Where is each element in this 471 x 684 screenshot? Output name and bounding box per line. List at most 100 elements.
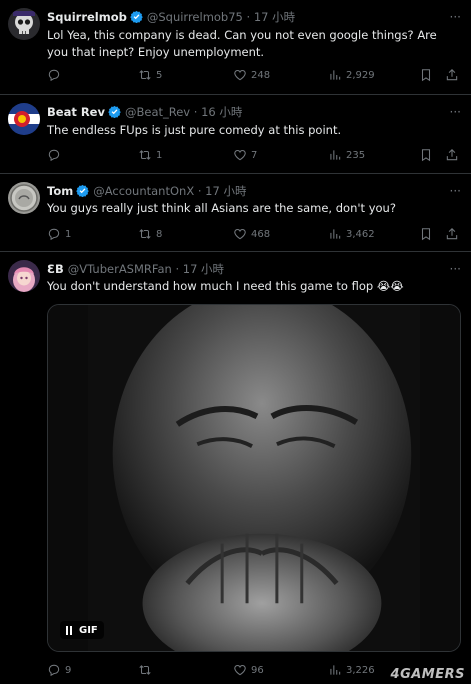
views-icon	[328, 148, 342, 162]
tweet[interactable]: Squirrelmob @Squirrelmob75 · 17 小時 ··· Lo…	[0, 0, 471, 95]
timestamp[interactable]: 16 小時	[201, 105, 242, 119]
retweet-button[interactable]: 1	[138, 147, 162, 163]
separator: ·	[197, 184, 202, 198]
heart-icon	[233, 663, 247, 677]
reply-icon	[47, 68, 61, 82]
retweet-count: 8	[156, 228, 163, 240]
share-button[interactable]	[445, 226, 459, 242]
bookmark-button[interactable]	[419, 147, 433, 163]
handle[interactable]: @VTuberASMRFan	[68, 262, 172, 276]
heart-icon	[233, 68, 247, 82]
display-name[interactable]: Beat Rev	[47, 105, 105, 119]
retweet-icon	[138, 68, 152, 82]
retweet-icon	[138, 227, 152, 241]
gif-badge[interactable]: GIF	[60, 621, 104, 639]
bookmark-button[interactable]	[419, 226, 433, 242]
views-button[interactable]: 2,929	[328, 67, 375, 83]
retweet-button[interactable]: 8	[138, 226, 162, 242]
bookmark-icon	[419, 68, 433, 82]
reply-button[interactable]: 1	[47, 226, 71, 242]
share-icon	[445, 148, 459, 162]
bookmark-button[interactable]	[419, 67, 433, 83]
like-count: 96	[251, 664, 264, 676]
more-options-icon[interactable]: ···	[450, 103, 461, 121]
tweet-text: You don't understand how much I need thi…	[47, 279, 404, 293]
reply-icon	[47, 227, 61, 241]
tweet-header: ƐB @VTuberASMRFan · 17 小時	[47, 260, 441, 278]
display-name[interactable]: Tom	[47, 184, 73, 198]
reply-button[interactable]	[47, 67, 65, 83]
handle[interactable]: @Beat_Rev	[125, 105, 190, 119]
like-button[interactable]: 248	[233, 67, 270, 83]
tweet-actions: 1 7 235	[47, 147, 461, 163]
avatar[interactable]	[8, 260, 40, 292]
view-count: 3,462	[346, 228, 375, 240]
crying-man-gif-image	[48, 305, 460, 651]
tweet[interactable]: Beat Rev @Beat_Rev · 16 小時 ··· The endles…	[0, 95, 471, 174]
separator: ·	[246, 10, 251, 24]
retweet-button[interactable]: 5	[138, 67, 162, 83]
share-icon	[445, 68, 459, 82]
separator: ·	[175, 262, 180, 276]
more-options-icon[interactable]: ···	[450, 260, 461, 278]
views-button[interactable]: 235	[328, 147, 365, 163]
avatar[interactable]	[8, 103, 40, 135]
anime-girl-avatar-icon	[8, 260, 40, 292]
retweet-button[interactable]	[138, 662, 156, 678]
tweet[interactable]: Tom @AccountantOnX · 17 小時 ··· You guys r…	[0, 174, 471, 252]
views-icon	[328, 68, 342, 82]
reply-button[interactable]	[47, 147, 65, 163]
display-name[interactable]: ƐB	[47, 262, 64, 276]
heart-icon	[233, 148, 247, 162]
tweet-actions: 1 8 468 3,462	[47, 226, 461, 242]
heart-icon	[233, 227, 247, 241]
timestamp[interactable]: 17 小時	[254, 10, 295, 24]
like-button[interactable]: 7	[233, 147, 257, 163]
reply-count: 9	[65, 664, 72, 676]
share-button[interactable]	[445, 147, 459, 163]
like-count: 248	[251, 69, 271, 81]
share-button[interactable]	[445, 67, 459, 83]
pause-icon	[66, 625, 72, 635]
more-options-icon[interactable]: ···	[450, 8, 461, 26]
gif-media[interactable]: GIF	[47, 304, 461, 652]
gif-label: GIF	[79, 624, 98, 636]
reply-button[interactable]: 9	[47, 662, 71, 678]
timestamp[interactable]: 17 小時	[183, 262, 224, 276]
skull-avatar-icon	[8, 8, 40, 40]
like-count: 7	[251, 149, 258, 161]
timestamp[interactable]: 17 小時	[205, 184, 246, 198]
like-button[interactable]: 468	[233, 226, 270, 242]
verified-badge-icon	[130, 10, 143, 23]
views-icon	[328, 663, 342, 677]
tweet-text: The endless FUps is just pure comedy at …	[47, 123, 342, 137]
handle[interactable]: @Squirrelmob75	[147, 10, 243, 24]
avatar[interactable]	[8, 182, 40, 214]
like-button[interactable]: 96	[233, 662, 264, 678]
views-icon	[328, 227, 342, 241]
tweet-text: You guys really just think all Asians ar…	[47, 201, 396, 215]
bookmark-icon	[419, 148, 433, 162]
reply-icon	[47, 148, 61, 162]
tweet[interactable]: ƐB @VTuberASMRFan · 17 小時 ··· You don't u…	[0, 252, 471, 684]
views-button[interactable]: 3,462	[328, 226, 375, 242]
display-name[interactable]: Squirrelmob	[47, 10, 127, 24]
share-icon	[445, 227, 459, 241]
reply-icon	[47, 663, 61, 677]
view-count: 2,929	[346, 69, 375, 81]
coin-avatar-icon	[8, 182, 40, 214]
tweet-header: Tom @AccountantOnX · 17 小時	[47, 182, 441, 200]
like-count: 468	[251, 228, 271, 240]
verified-badge-icon	[76, 184, 89, 197]
handle[interactable]: @AccountantOnX	[93, 184, 194, 198]
colorado-flag-avatar-icon	[8, 103, 40, 135]
verified-badge-icon	[108, 105, 121, 118]
more-options-icon[interactable]: ···	[450, 182, 461, 200]
avatar[interactable]	[8, 8, 40, 40]
view-count: 235	[346, 149, 366, 161]
reply-count: 1	[65, 228, 72, 240]
tweet-text: Lol Yea, this company is dead. Can you n…	[47, 28, 437, 59]
retweet-count: 1	[156, 149, 163, 161]
tweet-header: Squirrelmob @Squirrelmob75 · 17 小時	[47, 8, 441, 26]
views-button[interactable]: 3,226	[328, 662, 375, 678]
